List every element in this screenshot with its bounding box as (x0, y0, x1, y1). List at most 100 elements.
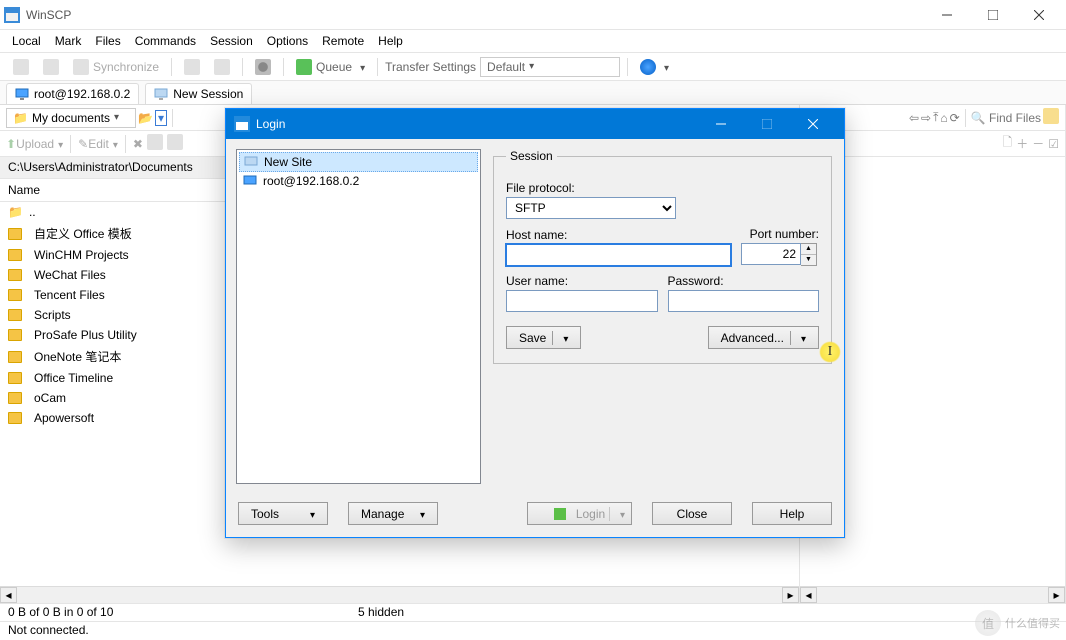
menu-options[interactable]: Options (261, 32, 314, 50)
nav-back-icon[interactable]: ⇦ (909, 111, 919, 125)
password-input[interactable] (668, 290, 820, 312)
tb-gear[interactable] (250, 56, 276, 78)
separator (242, 58, 243, 76)
file-protocol-select[interactable]: SFTP (506, 197, 676, 219)
props-icon[interactable] (147, 134, 163, 153)
help-button[interactable]: Help (752, 502, 832, 525)
folder-icon (8, 249, 22, 261)
save-button[interactable]: Save (506, 326, 581, 349)
local-drive-label: My documents (32, 111, 110, 125)
tb-icon-3[interactable] (179, 56, 205, 78)
tb-icon-4[interactable] (209, 56, 235, 78)
session-fieldset: Session File protocol: SFTP Host name: P… (493, 149, 832, 364)
manage-label: Manage (361, 507, 404, 521)
menu-commands[interactable]: Commands (129, 32, 202, 50)
queue-label: Queue (316, 60, 352, 74)
monitor-icon (243, 174, 257, 188)
local-drive-dropdown[interactable]: My documents (6, 108, 136, 128)
nav-up-icon[interactable]: ⤒ (933, 110, 938, 125)
upload-label: Upload (16, 137, 54, 151)
minimize-button[interactable] (924, 0, 970, 30)
menu-bar: Local Mark Files Commands Session Option… (0, 30, 1066, 53)
separator (172, 109, 173, 127)
tools-button[interactable]: Tools (238, 502, 328, 525)
list-label: ProSafe Plus Utility (34, 328, 137, 342)
maximize-button[interactable] (970, 0, 1016, 30)
h-scrollbar[interactable]: ◂ ▸ (0, 586, 799, 603)
list-label: Tencent Files (34, 288, 105, 302)
site-label: root@192.168.0.2 (263, 174, 359, 188)
transfer-settings-value: Default (487, 60, 525, 74)
session-tab-active[interactable]: root@192.168.0.2 (6, 83, 139, 104)
app-icon (234, 116, 250, 132)
list-label: Apowersoft (34, 411, 94, 425)
host-name-input[interactable] (506, 244, 731, 266)
delete-icon[interactable]: ✖ (133, 137, 143, 151)
advanced-button[interactable]: Advanced... (708, 326, 819, 349)
menu-session[interactable]: Session (204, 32, 259, 50)
new-icon[interactable]: 🗋 (1003, 133, 1013, 154)
nav-fwd-icon[interactable]: ⇨ (921, 111, 931, 125)
session-legend: Session (506, 149, 557, 163)
misc-icon[interactable] (1043, 108, 1059, 127)
open-folder-icon[interactable]: 📂 (138, 111, 153, 125)
upload-button[interactable]: ⬆Upload (6, 137, 63, 151)
transfer-settings-dropdown[interactable]: Default (480, 57, 620, 77)
h-scrollbar[interactable]: ◂ ▸ (800, 586, 1065, 603)
folder-icon (8, 392, 22, 404)
manage-button[interactable]: Manage (348, 502, 438, 525)
misc-icon[interactable] (167, 134, 183, 153)
site-item[interactable]: root@192.168.0.2 (239, 172, 478, 190)
tb-icon-2[interactable] (38, 56, 64, 78)
tb-globe[interactable] (635, 56, 674, 78)
dialog-titlebar[interactable]: Login (226, 109, 844, 139)
plus-icon[interactable]: ＋ (1016, 135, 1028, 152)
separator (965, 109, 966, 127)
edit-button[interactable]: ✎Edit (78, 137, 118, 151)
refresh-icon[interactable]: ⟳ (950, 111, 960, 125)
saved-sites-list[interactable]: New Site root@192.168.0.2 (236, 149, 481, 484)
port-number-input[interactable] (741, 243, 801, 265)
queue-button[interactable]: Queue (291, 56, 370, 78)
site-item[interactable]: New Site (239, 152, 478, 172)
menu-help[interactable]: Help (372, 32, 409, 50)
chevron-down-icon[interactable] (552, 331, 568, 345)
separator (171, 58, 172, 76)
monitor-icon (154, 87, 168, 101)
chevron-down-icon[interactable] (790, 331, 806, 345)
folder-icon (8, 412, 22, 424)
menu-local[interactable]: Local (6, 32, 47, 50)
list-label: oCam (34, 391, 66, 405)
port-spinner[interactable]: ▲ ▼ (801, 243, 817, 266)
find-files-label: Find Files (989, 111, 1041, 125)
synchronize-button[interactable]: Synchronize (68, 56, 164, 78)
user-name-label: User name: (506, 274, 658, 288)
status-connection: Not connected. (0, 621, 1066, 639)
nav-home-icon[interactable]: ⌂ (940, 111, 947, 125)
menu-files[interactable]: Files (89, 32, 126, 50)
login-label: Login (576, 507, 605, 521)
close-button[interactable] (1016, 0, 1062, 30)
session-tabs: root@192.168.0.2 New Session (0, 81, 1066, 105)
dialog-close-button[interactable] (790, 109, 836, 139)
find-files-button[interactable]: 🔍 Find Files (971, 111, 1041, 125)
user-name-input[interactable] (506, 290, 658, 312)
menu-mark[interactable]: Mark (49, 32, 88, 50)
new-session-tab[interactable]: New Session (145, 83, 252, 104)
close-dialog-button[interactable]: Close (652, 502, 732, 525)
edit-label: Edit (88, 137, 109, 151)
scroll-right-icon[interactable]: ▸ (782, 587, 799, 603)
menu-remote[interactable]: Remote (316, 32, 370, 50)
filter-icon[interactable]: ▾ (155, 111, 167, 125)
tb-icon-1[interactable] (8, 56, 34, 78)
minus-icon[interactable]: － (1032, 135, 1044, 152)
status-conn: Not connected. (8, 623, 1058, 638)
scroll-left-icon[interactable]: ◂ (0, 587, 17, 603)
tools-label: Tools (251, 507, 279, 521)
dialog-minimize-button[interactable] (698, 109, 744, 139)
check-icon[interactable]: ☑ (1048, 137, 1059, 151)
scroll-left-icon[interactable]: ◂ (800, 587, 817, 603)
column-name[interactable]: Name (8, 183, 40, 197)
scroll-right-icon[interactable]: ▸ (1048, 587, 1065, 603)
new-session-label: New Session (173, 87, 243, 101)
